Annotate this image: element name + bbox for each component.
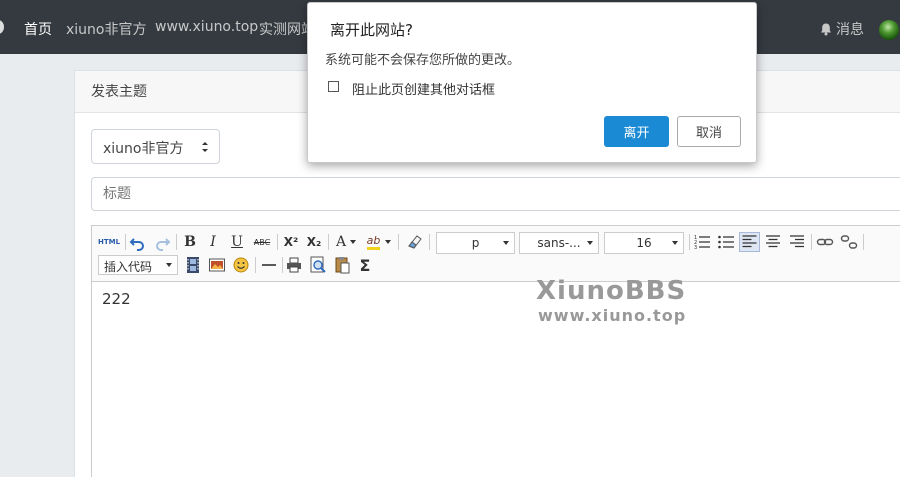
unlink-icon[interactable] (840, 233, 858, 251)
emoji-icon[interactable] (232, 256, 250, 274)
nav-messages-label: 消息 (836, 22, 864, 38)
bell-icon (821, 23, 831, 36)
site-logo[interactable] (0, 20, 4, 34)
nav-item-home[interactable]: 首页 (24, 19, 52, 39)
unordered-list-icon[interactable] (717, 233, 735, 251)
bold-button[interactable]: B (181, 233, 199, 251)
highlight-color-button[interactable]: ab (364, 233, 394, 251)
chevron-down-icon (503, 241, 509, 245)
select-arrows-icon (202, 142, 208, 152)
image-icon[interactable] (208, 256, 226, 274)
chevron-down-icon (587, 241, 593, 245)
paragraph-format-value: p (471, 236, 480, 250)
chevron-down-icon (350, 240, 357, 244)
title-input[interactable] (91, 177, 900, 211)
align-left-icon[interactable] (739, 232, 760, 252)
toolbar-separator (863, 234, 864, 250)
print-icon[interactable] (285, 256, 303, 274)
dialog-message: 系统可能不会保存您所做的更改。 (325, 53, 521, 68)
insert-code-select[interactable]: 插入代码 (98, 255, 178, 275)
chevron-down-icon (166, 263, 172, 267)
forum-select[interactable]: xiuno非官方 (91, 129, 220, 164)
redo-icon[interactable] (153, 233, 171, 251)
superscript-button[interactable]: X² (281, 233, 301, 251)
toolbar-separator (255, 257, 256, 273)
user-avatar[interactable] (879, 20, 899, 40)
svg-text:3: 3 (694, 245, 697, 251)
nav-item-xiuno-top[interactable]: www.xiuno.top (155, 19, 258, 35)
video-icon[interactable] (184, 256, 202, 274)
nav-messages[interactable]: 消息 (820, 19, 864, 39)
font-family-select[interactable]: sans-... (519, 232, 599, 254)
prevent-dialogs-checkbox[interactable] (328, 81, 339, 92)
prevent-dialogs-label[interactable]: 阻止此页创建其他对话框 (352, 79, 495, 98)
italic-button[interactable]: I (204, 233, 222, 251)
paragraph-format-select[interactable]: p (436, 232, 515, 254)
underline-button[interactable]: U (228, 233, 246, 251)
toolbar-separator (282, 257, 283, 273)
insert-code-value: 插入代码 (104, 260, 153, 274)
nav-item-xiuno-unofficial[interactable]: xiuno非官方 (66, 19, 147, 39)
leave-button[interactable]: 离开 (604, 116, 669, 147)
eraser-icon[interactable] (406, 233, 424, 251)
toolbar-separator (277, 234, 278, 250)
font-color-label: A (335, 234, 347, 250)
preview-icon[interactable] (309, 256, 327, 274)
chevron-down-icon (672, 241, 678, 245)
chevron-down-icon (385, 240, 392, 244)
html-source-button[interactable]: HTML (98, 233, 120, 251)
font-size-select[interactable]: 16 (604, 232, 684, 254)
toolbar-separator (328, 234, 329, 250)
strikethrough-button[interactable]: ABC (251, 233, 273, 251)
highlight-label: ab (366, 234, 381, 250)
font-family-value: sans-... (537, 236, 581, 250)
watermark: XiunoBBS www.xiuno.top (536, 276, 686, 326)
paste-icon[interactable] (333, 256, 351, 274)
formula-sigma-button[interactable]: Σ (356, 256, 374, 275)
toolbar-separator (398, 234, 399, 250)
toolbar-separator (429, 234, 430, 250)
watermark-line2: www.xiuno.top (538, 306, 687, 325)
watermark-line1: XiunoBBS (536, 276, 687, 306)
rich-text-editor: HTML B I U ABC X² X₂ A ab p sans-... 16 … (91, 225, 900, 477)
toolbar-separator (176, 234, 177, 250)
cancel-button[interactable]: 取消 (677, 116, 741, 147)
toolbar-separator (689, 234, 690, 250)
link-icon[interactable] (816, 233, 834, 251)
forum-select-value: xiuno非官方 (103, 141, 184, 157)
font-size-value: 16 (636, 236, 652, 250)
toolbar-separator (125, 234, 126, 250)
horizontal-rule-icon[interactable] (260, 256, 278, 274)
leave-site-dialog: 离开此网站? 系统可能不会保存您所做的更改。 阻止此页创建其他对话框 离开 取消 (307, 2, 757, 163)
ordered-list-icon[interactable]: 1 2 3 (693, 233, 711, 251)
toolbar-separator (811, 234, 812, 250)
font-color-button[interactable]: A (333, 233, 359, 251)
undo-icon[interactable] (129, 233, 147, 251)
editor-content[interactable]: 222 (92, 282, 900, 316)
align-right-icon[interactable] (788, 233, 806, 251)
dialog-title: 离开此网站? (330, 21, 413, 39)
align-center-icon[interactable] (764, 233, 782, 251)
editor-toolbar: HTML B I U ABC X² X₂ A ab p sans-... 16 … (92, 226, 900, 282)
subscript-button[interactable]: X₂ (304, 233, 324, 251)
